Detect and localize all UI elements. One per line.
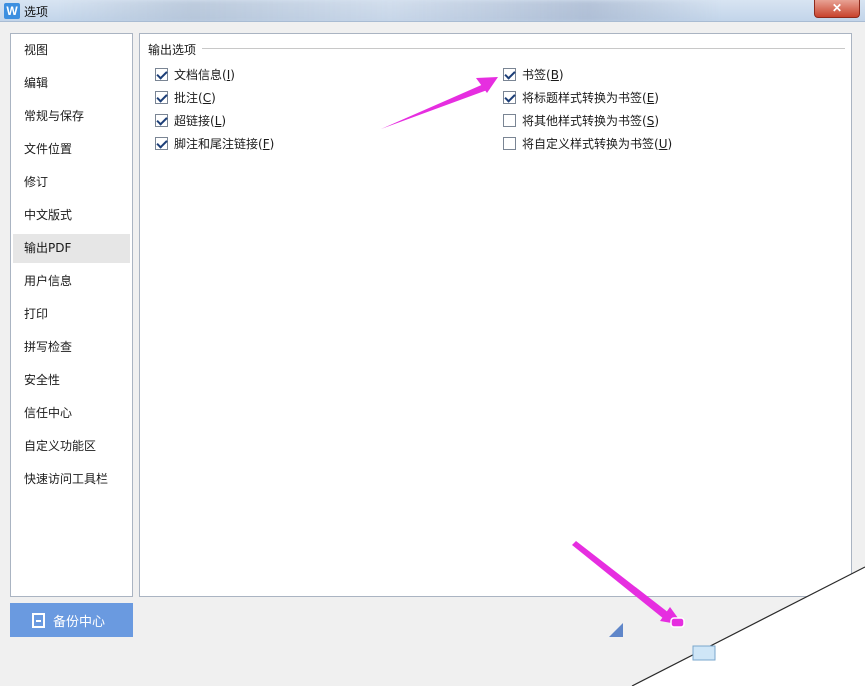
group-divider <box>148 48 845 49</box>
annotation-arrowhead-ok <box>660 607 683 625</box>
nav-item-trust-center[interactable]: 信任中心 <box>13 399 130 428</box>
hidden-button-glimpse <box>692 645 716 661</box>
nav-item-customize-ribbon[interactable]: 自定义功能区 <box>13 432 130 461</box>
export-pdf-panel: 输出选项 文档信息(I) 批注(C) 超链接(L) 脚注和尾注链接(F) 书签(… <box>139 33 852 597</box>
nav-item-chinese-layout[interactable]: 中文版式 <box>13 201 130 230</box>
nav-item-general-save[interactable]: 常规与保存 <box>13 102 130 131</box>
checkbox-hyperlinks[interactable] <box>155 113 168 127</box>
nav-item-file-location[interactable]: 文件位置 <box>13 135 130 164</box>
option-hyperlinks[interactable]: 超链接(L) <box>155 112 226 128</box>
nav-item-security[interactable]: 安全性 <box>13 366 130 395</box>
blurred-background-strip <box>60 0 720 21</box>
nav-item-edit[interactable]: 编辑 <box>13 69 130 98</box>
backup-center-button[interactable]: 备份中心 <box>10 603 133 637</box>
nav-item-quick-access-toolbar[interactable]: 快速访问工具栏 <box>13 465 130 494</box>
group-title: 输出选项 <box>148 41 203 58</box>
title-bar: W 选项 ✕ <box>0 0 865 22</box>
nav-item-print[interactable]: 打印 <box>13 300 130 329</box>
option-bookmarks[interactable]: 书签(B) <box>503 66 564 82</box>
option-footnote-links[interactable]: 脚注和尾注链接(F) <box>155 135 274 151</box>
annotation-click-marker <box>670 617 685 628</box>
checkbox-heading-styles[interactable] <box>503 90 516 104</box>
option-custom-styles-to-bookmarks[interactable]: 将自定义样式转换为书签(U) <box>503 135 672 151</box>
window-title: 选项 <box>24 5 49 19</box>
resize-grip-icon <box>609 623 623 637</box>
option-other-styles-to-bookmarks[interactable]: 将其他样式转换为书签(S) <box>503 112 659 128</box>
checkbox-bookmarks[interactable] <box>503 67 516 81</box>
wps-app-icon: W <box>4 3 20 19</box>
checkbox-footnote-links[interactable] <box>155 136 168 150</box>
nav-item-revision[interactable]: 修订 <box>13 168 130 197</box>
checkbox-comments[interactable] <box>155 90 168 104</box>
options-nav: 视图 编辑 常规与保存 文件位置 修订 中文版式 输出PDF 用户信息 打印 拼… <box>10 33 133 597</box>
option-comments[interactable]: 批注(C) <box>155 89 216 105</box>
close-button[interactable]: ✕ <box>814 0 860 18</box>
option-heading-styles-to-bookmarks[interactable]: 将标题样式转换为书签(E) <box>503 89 659 105</box>
checkbox-custom-styles[interactable] <box>503 136 516 150</box>
nav-item-export-pdf[interactable]: 输出PDF <box>13 234 130 263</box>
nav-item-user-info[interactable]: 用户信息 <box>13 267 130 296</box>
backup-center-label: 备份中心 <box>53 614 106 630</box>
nav-item-view[interactable]: 视图 <box>13 36 130 65</box>
nav-item-spellcheck[interactable]: 拼写检查 <box>13 333 130 362</box>
document-icon <box>32 612 45 628</box>
checkbox-other-styles[interactable] <box>503 113 516 127</box>
checkbox-doc-info[interactable] <box>155 67 168 81</box>
option-doc-info[interactable]: 文档信息(I) <box>155 66 235 82</box>
